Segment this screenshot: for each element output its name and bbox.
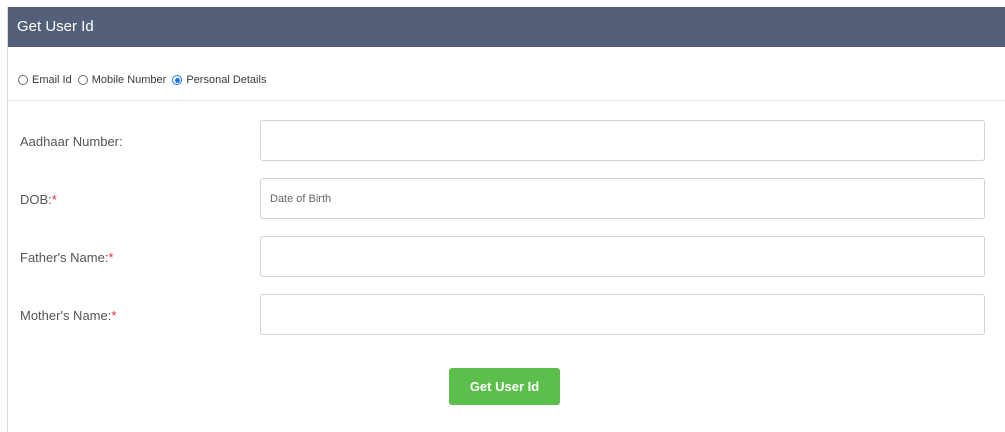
radio-checked-icon[interactable] bbox=[172, 75, 183, 85]
radio-circle-icon[interactable] bbox=[18, 75, 28, 85]
panel-title: Get User Id bbox=[17, 18, 94, 35]
mothers-name-label-text: Mother's Name: bbox=[20, 308, 112, 323]
required-marker: * bbox=[51, 192, 57, 207]
dob-label: DOB:* bbox=[20, 192, 57, 207]
fathers-name-input[interactable] bbox=[260, 236, 985, 277]
get-user-id-button[interactable]: Get User Id bbox=[449, 368, 560, 405]
mothers-name-input[interactable] bbox=[260, 294, 985, 335]
required-marker: * bbox=[111, 308, 117, 323]
get-user-id-panel: Get User Id Email Id Mobile Number Perso… bbox=[7, 7, 1005, 432]
aadhaar-number-label-text: Aadhaar Number: bbox=[20, 134, 123, 149]
panel-header: Get User Id bbox=[8, 7, 1005, 47]
fathers-name-label: Father's Name:* bbox=[20, 250, 114, 265]
aadhaar-number-label: Aadhaar Number: bbox=[20, 134, 123, 149]
radio-email-id[interactable]: Email Id bbox=[18, 74, 72, 86]
radio-mobile-number-label: Mobile Number bbox=[91, 74, 167, 86]
aadhaar-number-input[interactable] bbox=[260, 120, 985, 161]
lookup-method-radio-group: Email Id Mobile Number Personal Details bbox=[18, 74, 272, 86]
section-divider bbox=[8, 100, 1005, 101]
radio-email-id-label: Email Id bbox=[32, 74, 72, 86]
required-marker: * bbox=[108, 250, 114, 265]
radio-personal-details[interactable]: Personal Details bbox=[172, 74, 266, 86]
dob-label-text: DOB: bbox=[20, 192, 52, 207]
radio-mobile-number[interactable]: Mobile Number bbox=[77, 74, 167, 86]
dob-input[interactable] bbox=[260, 178, 985, 219]
mothers-name-label: Mother's Name:* bbox=[20, 308, 116, 323]
radio-circle-icon[interactable] bbox=[77, 75, 88, 85]
radio-personal-details-label: Personal Details bbox=[186, 74, 267, 86]
fathers-name-label-text: Father's Name: bbox=[20, 250, 109, 265]
